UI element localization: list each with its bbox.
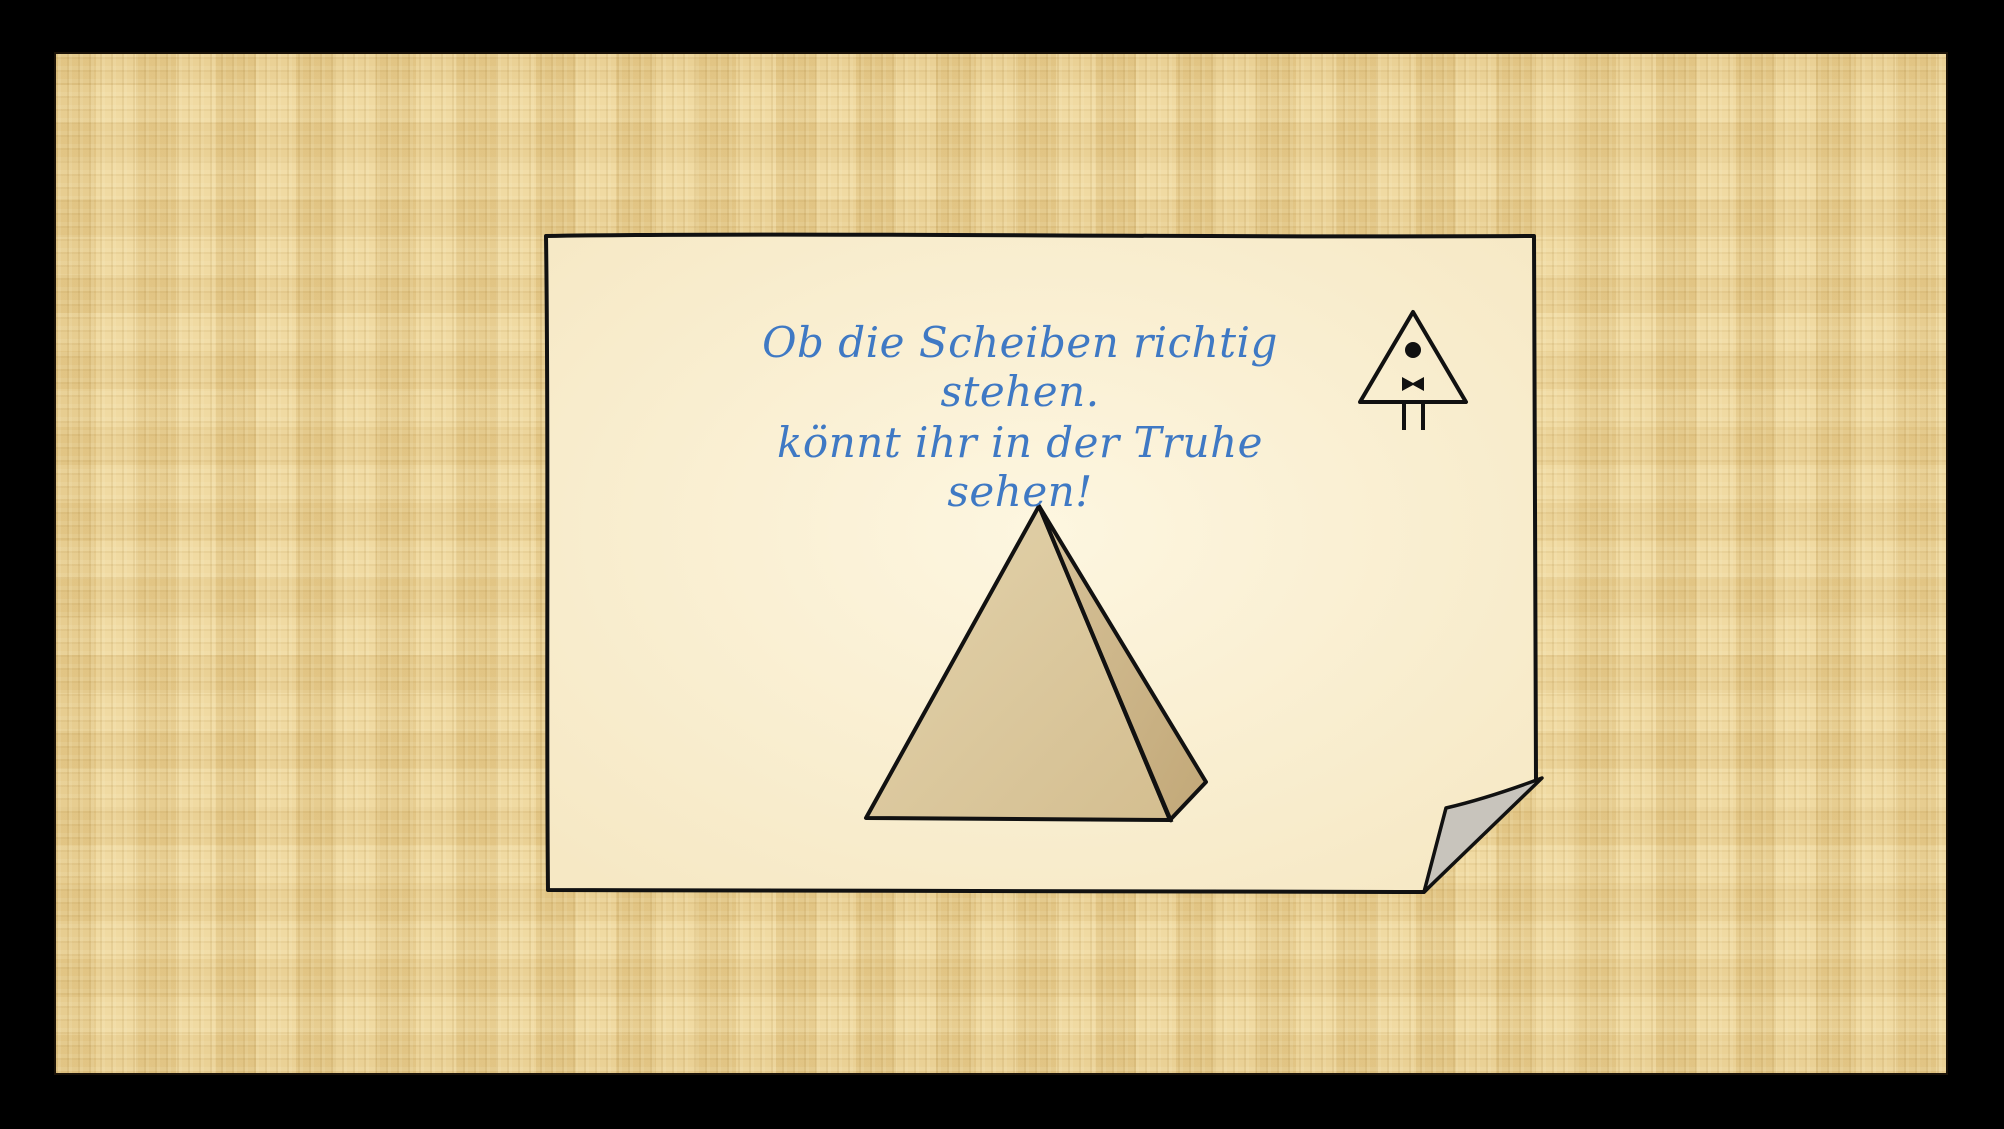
game-scene: Ob die Scheiben richtig stehen. könnt ih… xyxy=(0,0,2004,1129)
riddle-line-2: könnt ihr in der Truhe sehen! xyxy=(776,418,1264,516)
riddle-note xyxy=(544,232,1544,894)
riddle-line-1: Ob die Scheiben richtig stehen. xyxy=(762,318,1278,416)
